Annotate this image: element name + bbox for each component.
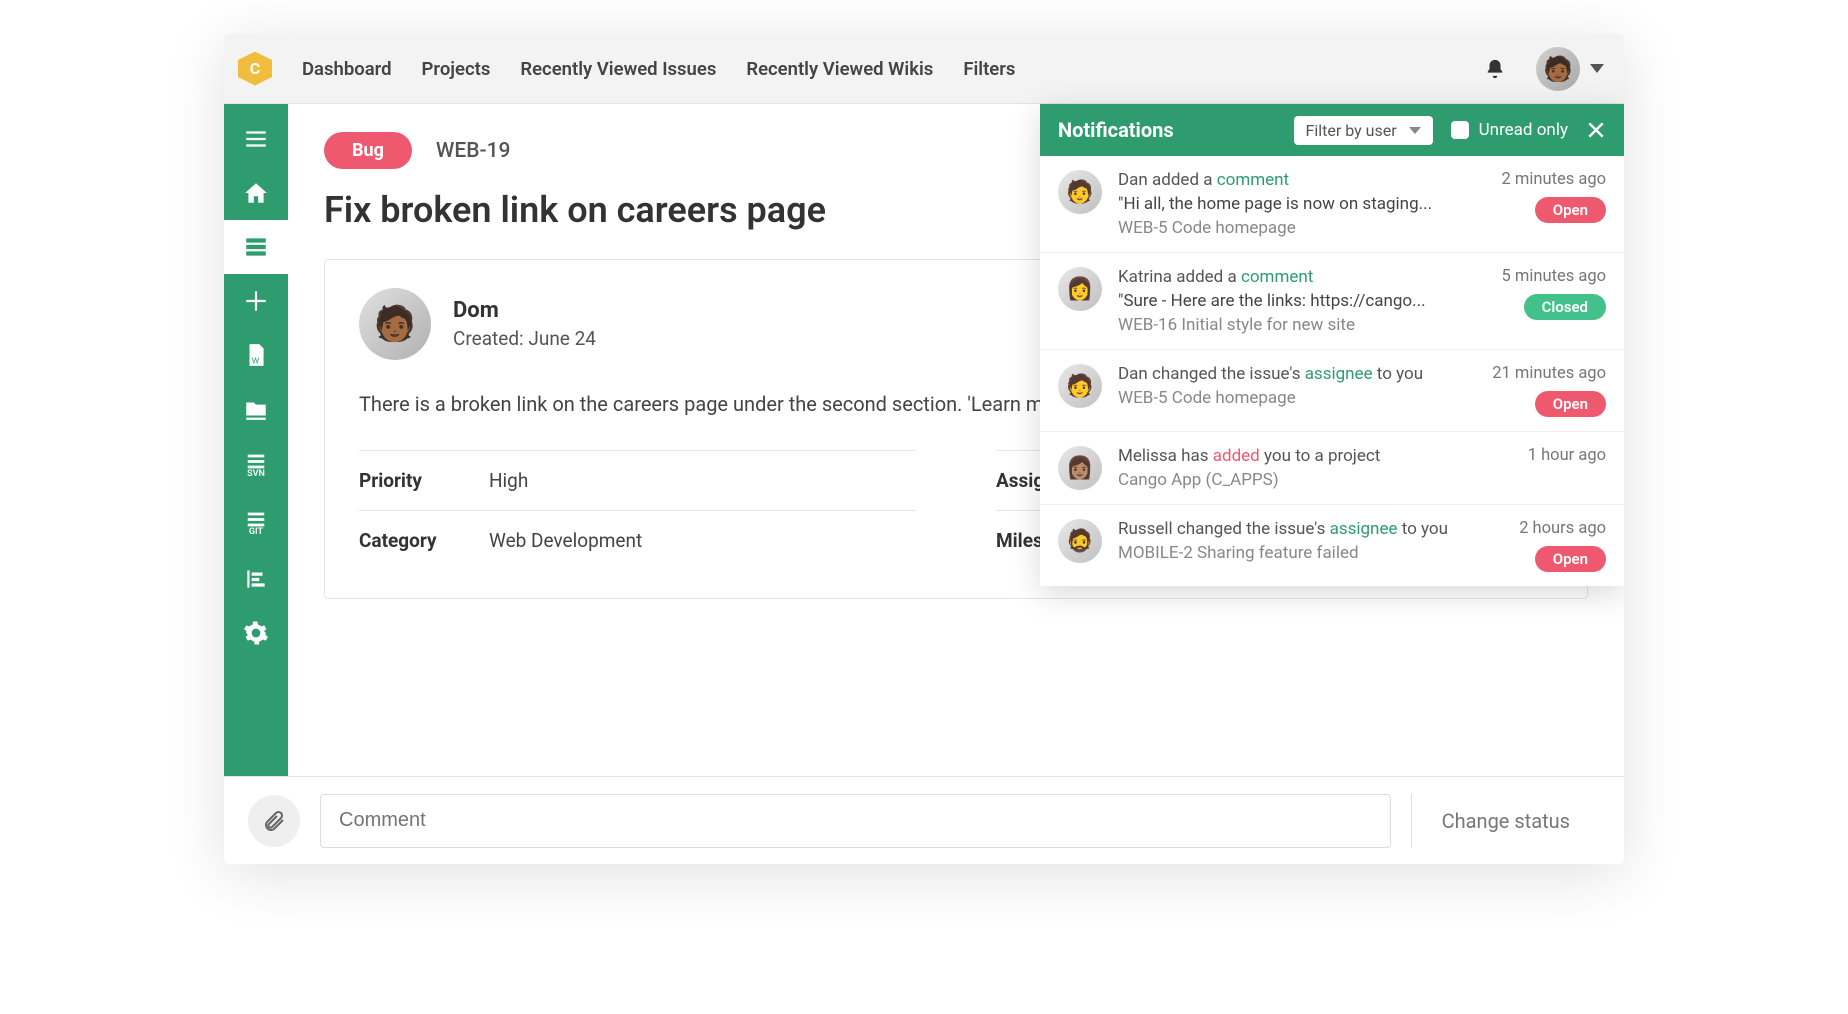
nav-filters[interactable]: Filters xyxy=(963,58,1015,80)
meta-category-value: Web Development xyxy=(489,529,642,552)
notification-avatar: 👩 xyxy=(1058,267,1102,311)
notifications-bell-icon[interactable] xyxy=(1484,58,1506,80)
notification-reference: MOBILE-2 Sharing feature failed xyxy=(1118,543,1503,563)
notification-summary: Dan changed the issue's assignee to you xyxy=(1118,364,1476,384)
notification-item[interactable]: 👩🏽 Melissa has added you to a project Cang… xyxy=(1040,431,1624,504)
app-logo[interactable]: C xyxy=(238,52,272,86)
creator-avatar: 🧑🏾 xyxy=(359,288,431,360)
notification-body: Dan changed the issue's assignee to you W… xyxy=(1118,364,1476,417)
notification-meta: 21 minutes ago Open xyxy=(1492,364,1606,417)
notification-item[interactable]: 👩 Katrina added a comment "Sure - Here are… xyxy=(1040,252,1624,349)
notification-body: Russell changed the issue's assignee to … xyxy=(1118,519,1503,572)
notification-summary: Russell changed the issue's assignee to … xyxy=(1118,519,1503,539)
notification-body: Melissa has added you to a project Cango … xyxy=(1118,446,1512,490)
nav-dashboard[interactable]: Dashboard xyxy=(302,58,392,80)
notifications-header: Notifications Filter by user Unread only xyxy=(1040,104,1624,156)
sidebar-git-icon[interactable]: GIT xyxy=(224,494,288,552)
notification-reference: WEB-5 Code homepage xyxy=(1118,388,1476,408)
unread-only-toggle[interactable]: Unread only xyxy=(1451,120,1568,140)
issue-type-badge: Bug xyxy=(324,132,412,169)
sidebar-svn-label: SVN xyxy=(247,469,265,479)
sidebar-files-icon[interactable] xyxy=(224,382,288,436)
svg-text:W: W xyxy=(252,357,260,367)
notification-meta: 2 minutes ago Open xyxy=(1502,170,1606,238)
notification-item[interactable]: 🧔 Russell changed the issue's assignee to… xyxy=(1040,504,1624,586)
comment-input[interactable] xyxy=(320,794,1391,848)
status-badge: Open xyxy=(1535,197,1606,223)
notification-item[interactable]: 🧑 Dan changed the issue's assignee to you… xyxy=(1040,349,1624,431)
status-badge: Open xyxy=(1535,546,1606,572)
chevron-down-icon xyxy=(1590,64,1604,73)
notification-time: 5 minutes ago xyxy=(1502,267,1606,286)
sidebar-gantt-icon[interactable] xyxy=(224,552,288,606)
notification-reference: WEB-16 Initial style for new site xyxy=(1118,315,1486,335)
sidebar-wiki-icon[interactable]: W xyxy=(224,328,288,382)
notification-summary: Melissa has added you to a project xyxy=(1118,446,1512,466)
unread-checkbox[interactable] xyxy=(1451,121,1469,139)
notification-avatar: 🧔 xyxy=(1058,519,1102,563)
filter-by-user-label: Filter by user xyxy=(1306,121,1397,140)
app-logo-letter: C xyxy=(250,59,260,78)
sidebar-git-label: GIT xyxy=(249,527,263,537)
app-shell: C Dashboard Projects Recently Viewed Iss… xyxy=(224,34,1624,864)
creator-name: Dom xyxy=(453,298,596,323)
notification-avatar: 🧑 xyxy=(1058,170,1102,214)
status-badge: Open xyxy=(1535,391,1606,417)
notification-avatar: 👩🏽 xyxy=(1058,446,1102,490)
notification-time: 21 minutes ago xyxy=(1492,364,1606,383)
bottom-bar: Change status xyxy=(224,776,1624,864)
status-badge: Closed xyxy=(1524,294,1606,320)
notification-time: 2 hours ago xyxy=(1519,519,1606,538)
top-nav: Dashboard Projects Recently Viewed Issue… xyxy=(302,58,1015,80)
notifications-panel: Notifications Filter by user Unread only… xyxy=(1040,104,1624,586)
notification-meta: 5 minutes ago Closed xyxy=(1502,267,1606,335)
notifications-title: Notifications xyxy=(1058,118,1174,142)
notification-time: 1 hour ago xyxy=(1528,446,1606,465)
notification-reference: WEB-5 Code homepage xyxy=(1118,218,1486,238)
sidebar-svn-icon[interactable]: SVN xyxy=(224,436,288,494)
close-icon[interactable] xyxy=(1586,120,1606,140)
notification-body: Dan added a comment "Hi all, the home pag… xyxy=(1118,170,1486,238)
creator-date: Created: June 24 xyxy=(453,327,596,350)
notification-body: Katrina added a comment "Sure - Here are … xyxy=(1118,267,1486,335)
notifications-list: 🧑 Dan added a comment "Hi all, the home pa… xyxy=(1040,156,1624,586)
paperclip-icon xyxy=(262,809,286,833)
sidebar-issues-icon[interactable] xyxy=(224,220,288,274)
sidebar-menu-icon[interactable] xyxy=(224,112,288,166)
meta-priority-label: Priority xyxy=(359,469,489,492)
notification-meta: 1 hour ago xyxy=(1528,446,1606,490)
sidebar-settings-icon[interactable] xyxy=(224,606,288,660)
issue-key: WEB-19 xyxy=(436,139,511,163)
notification-reference: Cango App (C_APPS) xyxy=(1118,470,1512,490)
meta-category-label: Category xyxy=(359,529,489,552)
notification-avatar: 🧑 xyxy=(1058,364,1102,408)
nav-recent-wikis[interactable]: Recently Viewed Wikis xyxy=(746,58,933,80)
nav-projects[interactable]: Projects xyxy=(422,58,491,80)
current-user-avatar: 🧑🏾 xyxy=(1536,47,1580,91)
meta-priority-value: High xyxy=(489,469,528,492)
user-menu[interactable]: 🧑🏾 xyxy=(1536,47,1604,91)
notification-preview: "Sure - Here are the links: https://cang… xyxy=(1118,291,1486,311)
notification-summary: Katrina added a comment xyxy=(1118,267,1486,287)
notification-item[interactable]: 🧑 Dan added a comment "Hi all, the home pa… xyxy=(1040,156,1624,252)
sidebar-add-icon[interactable] xyxy=(224,274,288,328)
unread-only-label: Unread only xyxy=(1479,120,1568,140)
change-status-button[interactable]: Change status xyxy=(1411,794,1600,848)
notification-time: 2 minutes ago xyxy=(1502,170,1606,189)
notification-meta: 2 hours ago Open xyxy=(1519,519,1606,572)
nav-recent-issues[interactable]: Recently Viewed Issues xyxy=(520,58,716,80)
notification-preview: "Hi all, the home page is now on staging… xyxy=(1118,194,1486,214)
chevron-down-icon xyxy=(1409,127,1421,134)
sidebar-home-icon[interactable] xyxy=(224,166,288,220)
notification-summary: Dan added a comment xyxy=(1118,170,1486,190)
filter-by-user-select[interactable]: Filter by user xyxy=(1294,116,1433,145)
sidebar: W SVN GIT xyxy=(224,104,288,776)
topbar: C Dashboard Projects Recently Viewed Iss… xyxy=(224,34,1624,104)
attach-button[interactable] xyxy=(248,795,300,847)
